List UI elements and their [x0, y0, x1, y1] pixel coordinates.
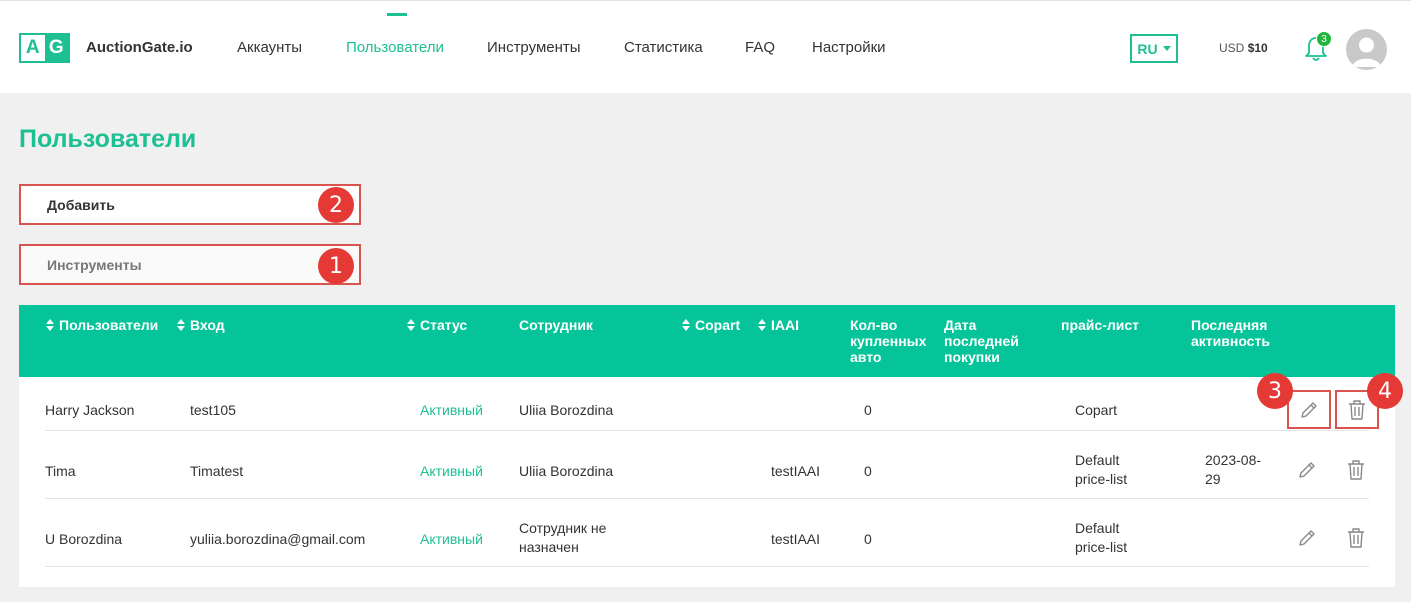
- cell-user: Tima: [45, 463, 76, 479]
- delete-button[interactable]: [1336, 451, 1376, 489]
- cell-employee: Uliia Borozdina: [519, 463, 614, 479]
- column-header-employee: Сотрудник: [519, 317, 593, 333]
- brand-name[interactable]: AuctionGate.io: [86, 39, 193, 56]
- delete-button[interactable]: [1336, 519, 1376, 557]
- pencil-icon: [1299, 462, 1315, 478]
- cell-price-list: Default price-list: [1075, 520, 1128, 555]
- cell-iaai: testIAAI: [771, 531, 821, 547]
- top-header: A G AuctionGate.io Аккаунты Пользователи…: [0, 0, 1411, 93]
- annotation-marker-3: 3: [1257, 373, 1293, 409]
- annotation-marker-4: 4: [1367, 373, 1403, 409]
- cell-status: Активный: [420, 531, 483, 547]
- cell-login: yuliia.borozdina@gmail.com: [190, 531, 366, 547]
- trash-icon: [1348, 460, 1364, 480]
- cell-employee: Сотрудник не назначен: [519, 520, 607, 555]
- balance-currency: USD: [1219, 41, 1245, 55]
- edit-button[interactable]: [1287, 519, 1327, 557]
- active-nav-indicator: [387, 13, 407, 16]
- notification-badge: 3: [1316, 31, 1332, 47]
- page-title: Пользователи: [19, 125, 197, 153]
- annotation-marker-2: 2: [318, 187, 354, 223]
- balance: USD $10: [1219, 41, 1268, 55]
- column-header-last-purchase: Дата последней покупки: [944, 317, 1019, 365]
- cell-price-list: Copart: [1075, 402, 1118, 418]
- cell-login: test105: [190, 402, 236, 418]
- cell-status: Активный: [420, 402, 483, 418]
- sort-icon: [682, 319, 690, 331]
- users-table-header: Пользователи Вход Статус Сотрудник Copar…: [19, 305, 1395, 377]
- pencil-icon: [1301, 401, 1317, 418]
- sort-icon: [407, 319, 415, 331]
- cell-price-list: Default price-list: [1075, 452, 1128, 487]
- user-avatar-icon[interactable]: [1346, 29, 1387, 70]
- sort-icon: [758, 319, 766, 331]
- edit-button[interactable]: [1287, 390, 1331, 429]
- trash-icon: [1348, 528, 1364, 548]
- column-header-users[interactable]: Пользователи: [46, 317, 158, 333]
- cell-purchased: 0: [864, 463, 872, 479]
- logo[interactable]: A G: [19, 33, 70, 63]
- column-header-purchased: Кол-во купленных авто: [850, 317, 927, 365]
- nav-accounts[interactable]: Аккаунты: [237, 39, 302, 56]
- sort-icon: [177, 319, 185, 331]
- column-header-price-list: прайс-лист: [1061, 317, 1139, 333]
- pencil-icon: [1299, 530, 1315, 546]
- add-user-button[interactable]: Добавить: [19, 184, 361, 225]
- nav-users[interactable]: Пользователи: [346, 39, 444, 56]
- column-header-copart[interactable]: Copart: [682, 317, 740, 333]
- cell-user: U Borozdina: [45, 531, 123, 547]
- cell-user: Harry Jackson: [45, 402, 135, 418]
- cell-purchased: 0: [864, 531, 872, 547]
- balance-amount: $10: [1247, 41, 1268, 55]
- nav-tools[interactable]: Инструменты: [487, 39, 581, 56]
- column-header-last-activity: Последняя активность: [1191, 317, 1270, 349]
- users-table-body: Harry Jackson test105 Активный Uliia Bor…: [19, 373, 1403, 587]
- annotation-marker-1: 1: [318, 248, 354, 284]
- cell-status: Активный: [420, 463, 483, 479]
- cell-employee: Uliia Borozdina: [519, 402, 614, 418]
- language-select[interactable]: RU: [1130, 34, 1178, 63]
- row-divider: [45, 498, 1369, 499]
- logo-letter-g: G: [44, 35, 68, 61]
- caret-down-icon: [1162, 46, 1171, 51]
- cell-iaai: testIAAI: [771, 463, 821, 479]
- column-header-status[interactable]: Статус: [407, 317, 467, 333]
- column-header-iaai[interactable]: IAAI: [758, 317, 799, 333]
- nav-faq[interactable]: FAQ: [745, 39, 775, 56]
- logo-letter-a: A: [21, 35, 45, 61]
- sort-icon: [46, 319, 54, 331]
- column-header-login[interactable]: Вход: [177, 317, 225, 333]
- edit-button[interactable]: [1287, 451, 1327, 489]
- nav-settings[interactable]: Настройки: [812, 39, 886, 56]
- language-value: RU: [1137, 40, 1158, 57]
- row-divider: [45, 566, 1369, 567]
- row-divider: [45, 430, 1369, 431]
- nav-statistics[interactable]: Статистика: [624, 39, 703, 56]
- cell-login: Timatest: [190, 463, 244, 479]
- cell-purchased: 0: [864, 402, 872, 418]
- tools-dropdown[interactable]: Инструменты: [19, 244, 361, 285]
- cell-last-activity: 2023-08-29: [1205, 452, 1262, 487]
- trash-icon: [1349, 399, 1365, 420]
